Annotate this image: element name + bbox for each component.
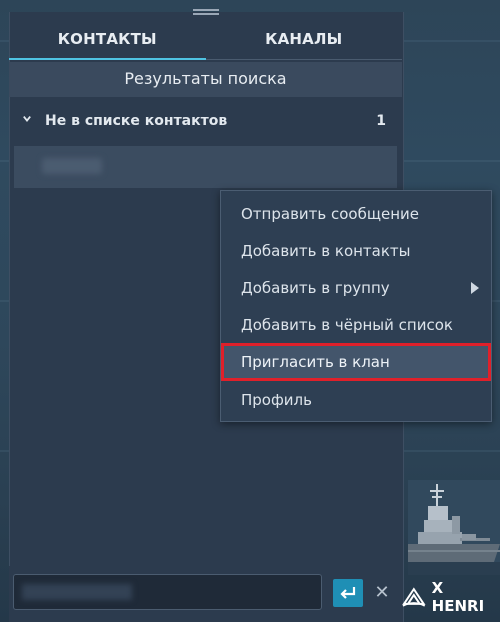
game-screen: КОНТАКТЫ КАНАЛЫ Результаты поиска Не в с… bbox=[0, 0, 500, 622]
chevron-right-icon bbox=[471, 282, 479, 294]
menu-item-profile[interactable]: Профиль bbox=[221, 382, 491, 418]
group-label: Не в списке контактов bbox=[45, 113, 228, 129]
tab-channels[interactable]: КАНАЛЫ bbox=[205, 20, 402, 60]
context-menu: Отправить сообщение Добавить в контакты … bbox=[220, 190, 492, 422]
player-clan-badge: X HENRI bbox=[402, 579, 500, 615]
menu-item-add-to-blacklist[interactable]: Добавить в чёрный список bbox=[221, 307, 491, 343]
contact-name-redacted bbox=[42, 158, 102, 174]
menu-item-label: Добавить в группу bbox=[241, 279, 390, 297]
menu-item-invite-to-clan[interactable]: Пригласить в клан bbox=[221, 344, 491, 380]
warship-image bbox=[408, 480, 500, 575]
send-button[interactable] bbox=[333, 579, 363, 607]
menu-item-add-to-group[interactable]: Добавить в группу bbox=[221, 270, 491, 306]
menu-item-send-message[interactable]: Отправить сообщение bbox=[221, 196, 491, 232]
chevron-down-icon bbox=[23, 116, 31, 123]
close-icon[interactable]: ✕ bbox=[371, 579, 393, 607]
group-count: 1 bbox=[376, 113, 386, 129]
group-not-in-contacts[interactable]: Не в списке контактов 1 bbox=[9, 102, 402, 140]
clan-emblem-icon bbox=[402, 587, 426, 607]
enter-arrow-icon bbox=[340, 587, 356, 599]
contacts-tabs: КОНТАКТЫ КАНАЛЫ bbox=[9, 20, 402, 60]
panel-drag-handle[interactable] bbox=[193, 9, 219, 15]
input-text-redacted bbox=[22, 584, 132, 600]
menu-item-add-to-contacts[interactable]: Добавить в контакты bbox=[221, 233, 491, 269]
tab-contacts[interactable]: КОНТАКТЫ bbox=[9, 20, 206, 60]
contact-result-row[interactable] bbox=[14, 146, 397, 188]
search-results-title: Результаты поиска bbox=[9, 62, 402, 97]
clan-player-name: X HENRI bbox=[431, 579, 485, 615]
